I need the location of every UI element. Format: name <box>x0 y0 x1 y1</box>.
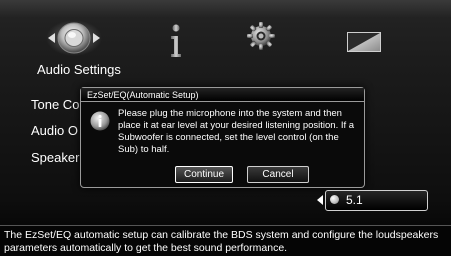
ezset-dialog: EzSet/EQ(Automatic Setup) Please plug th… <box>80 87 365 188</box>
help-panel: The EzSet/EQ automatic setup can calibra… <box>0 225 451 256</box>
audio-settings-icon[interactable] <box>46 20 102 56</box>
info-icon <box>90 111 110 131</box>
selector-value-box[interactable]: 5.1 <box>325 190 428 211</box>
selector-value: 5.1 <box>346 193 363 207</box>
dialog-title: EzSet/EQ(Automatic Setup) <box>81 88 364 102</box>
help-text: The EzSet/EQ automatic setup can calibra… <box>4 229 439 254</box>
dialog-message: Please plug the microphone into the syst… <box>118 108 355 155</box>
display-icon[interactable] <box>347 32 381 52</box>
arrow-left-icon[interactable] <box>317 195 323 205</box>
cancel-button[interactable]: Cancel <box>247 166 309 183</box>
continue-button[interactable]: Continue <box>175 166 233 183</box>
menu-item-speaker[interactable]: Speaker <box>31 150 79 165</box>
audio-settings-screen: Audio Settings Tone Co Audio O Speaker E… <box>0 0 451 256</box>
top-nav-icons <box>0 0 451 62</box>
section-title: Audio Settings <box>37 62 121 77</box>
menu-item-tone-control[interactable]: Tone Co <box>31 97 79 112</box>
menu-item-audio-output[interactable]: Audio O <box>31 123 78 138</box>
speaker-config-selector[interactable]: 5.1 <box>317 190 428 211</box>
info-icon[interactable] <box>168 24 184 58</box>
radio-dot-icon <box>330 195 339 204</box>
gear-icon[interactable] <box>247 22 275 50</box>
